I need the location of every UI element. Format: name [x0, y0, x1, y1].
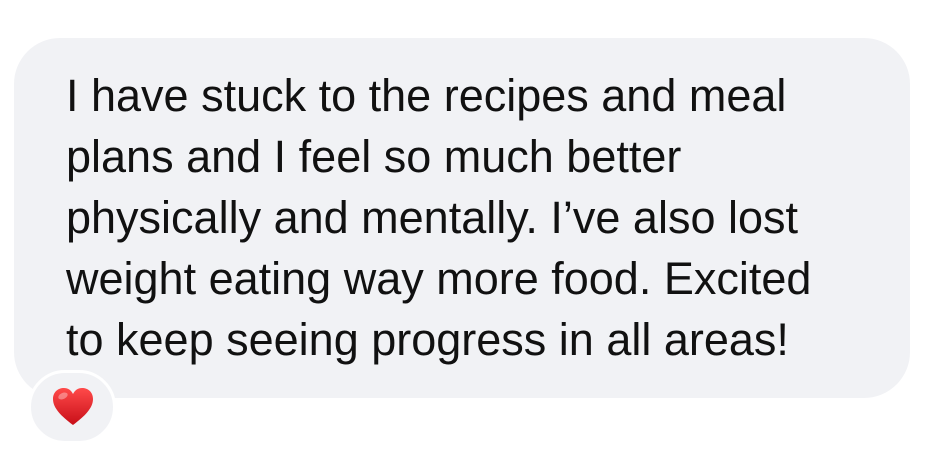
message-line-3: physically and mentally. I’ve also lost [66, 192, 798, 243]
message-line-5: to keep seeing progress in all areas! [66, 314, 789, 365]
message-line-2: plans and I feel so much better [66, 131, 682, 182]
message-line-4: weight eating way more food. Excited [66, 253, 812, 304]
message-line-1: I have stuck to the recipes and meal [66, 70, 787, 121]
reaction-badge[interactable] [28, 370, 116, 444]
message-bubble[interactable]: I have stuck to the recipes and meal pla… [14, 38, 910, 398]
heart-icon [53, 388, 93, 425]
